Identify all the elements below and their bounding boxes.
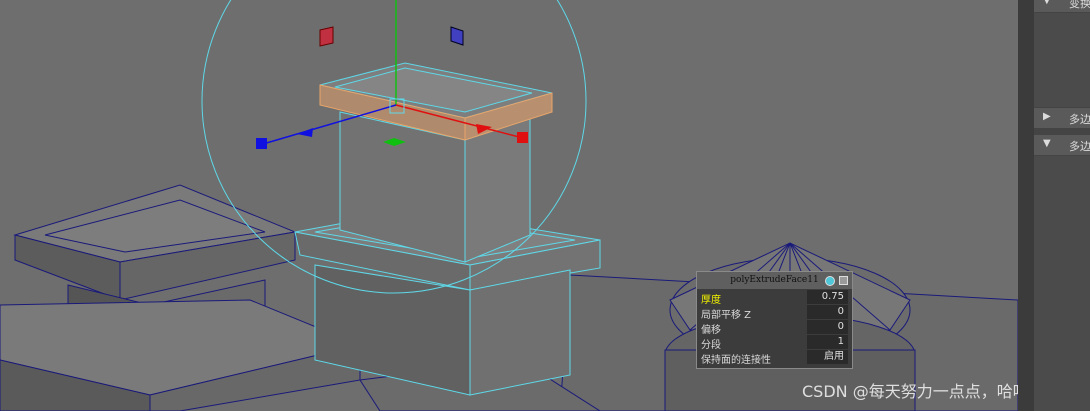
scene-canvas[interactable] — [0, 0, 1018, 411]
attr-value-field[interactable]: 0 — [807, 320, 848, 334]
attr-name: 分段 — [701, 340, 721, 351]
expand-arrow-icon: ▶ — [1043, 111, 1051, 122]
section-header-poly-2[interactable]: ▼ 多边 — [1034, 135, 1090, 155]
channel-box-popup[interactable]: polyExtrudeFace11 厚度 0.75 局部平移 Z 0 偏移 0 … — [696, 271, 853, 369]
attr-value-field[interactable]: 启用 — [807, 350, 848, 364]
red-plane-handle[interactable] — [319, 26, 334, 47]
attr-name: 局部平移 Z — [701, 310, 752, 321]
attr-name: 厚度 — [701, 295, 721, 306]
collapse-arrow-icon: ▼ — [1043, 138, 1051, 149]
section-header-transform[interactable]: ▼ 变换 — [1034, 0, 1090, 12]
section-label: 多边 — [1069, 113, 1090, 126]
attr-value-field[interactable]: 0 — [807, 305, 848, 319]
blue-plane-handle[interactable] — [450, 26, 464, 46]
attr-row-keep-faces-together[interactable]: 保持面的连接性 启用 — [699, 350, 850, 366]
attr-row-offset[interactable]: 偏移 0 — [699, 320, 850, 336]
attr-value-field[interactable]: 1 — [807, 335, 848, 349]
x-axis-handle[interactable] — [517, 132, 528, 143]
z-axis-handle[interactable] — [256, 138, 267, 149]
attr-name: 保持面的连接性 — [701, 355, 771, 366]
attr-name: 偏移 — [701, 325, 721, 336]
collapse-arrow-icon: ▼ — [1043, 0, 1051, 6]
attr-value-field[interactable]: 0.75 — [807, 290, 848, 304]
attr-row-thickness[interactable]: 厚度 0.75 — [699, 290, 850, 306]
attribute-side-panel: ▼ 变换 ▶ 多边 ▼ 多边 — [1018, 0, 1090, 411]
section-label: 变换 — [1069, 0, 1090, 10]
z-axis-cone[interactable] — [297, 128, 313, 137]
watermark-text: CSDN @每天努力一点点，哈哈 — [802, 382, 1018, 401]
panel-divider[interactable] — [1018, 0, 1034, 411]
section-body — [1034, 13, 1090, 107]
close-icon[interactable] — [839, 276, 848, 285]
attr-row-divisions[interactable]: 分段 1 — [699, 335, 850, 351]
section-body — [1034, 156, 1090, 411]
chimney-object[interactable] — [294, 111, 601, 396]
attr-row-local-translate-z[interactable]: 局部平移 Z 0 — [699, 305, 850, 321]
3d-viewport[interactable]: polyExtrudeFace11 厚度 0.75 局部平移 Z 0 偏移 0 … — [0, 0, 1018, 411]
section-header-poly-1[interactable]: ▶ 多边 — [1034, 108, 1090, 128]
section-label: 多边 — [1069, 140, 1090, 153]
pin-icon[interactable] — [825, 276, 835, 286]
